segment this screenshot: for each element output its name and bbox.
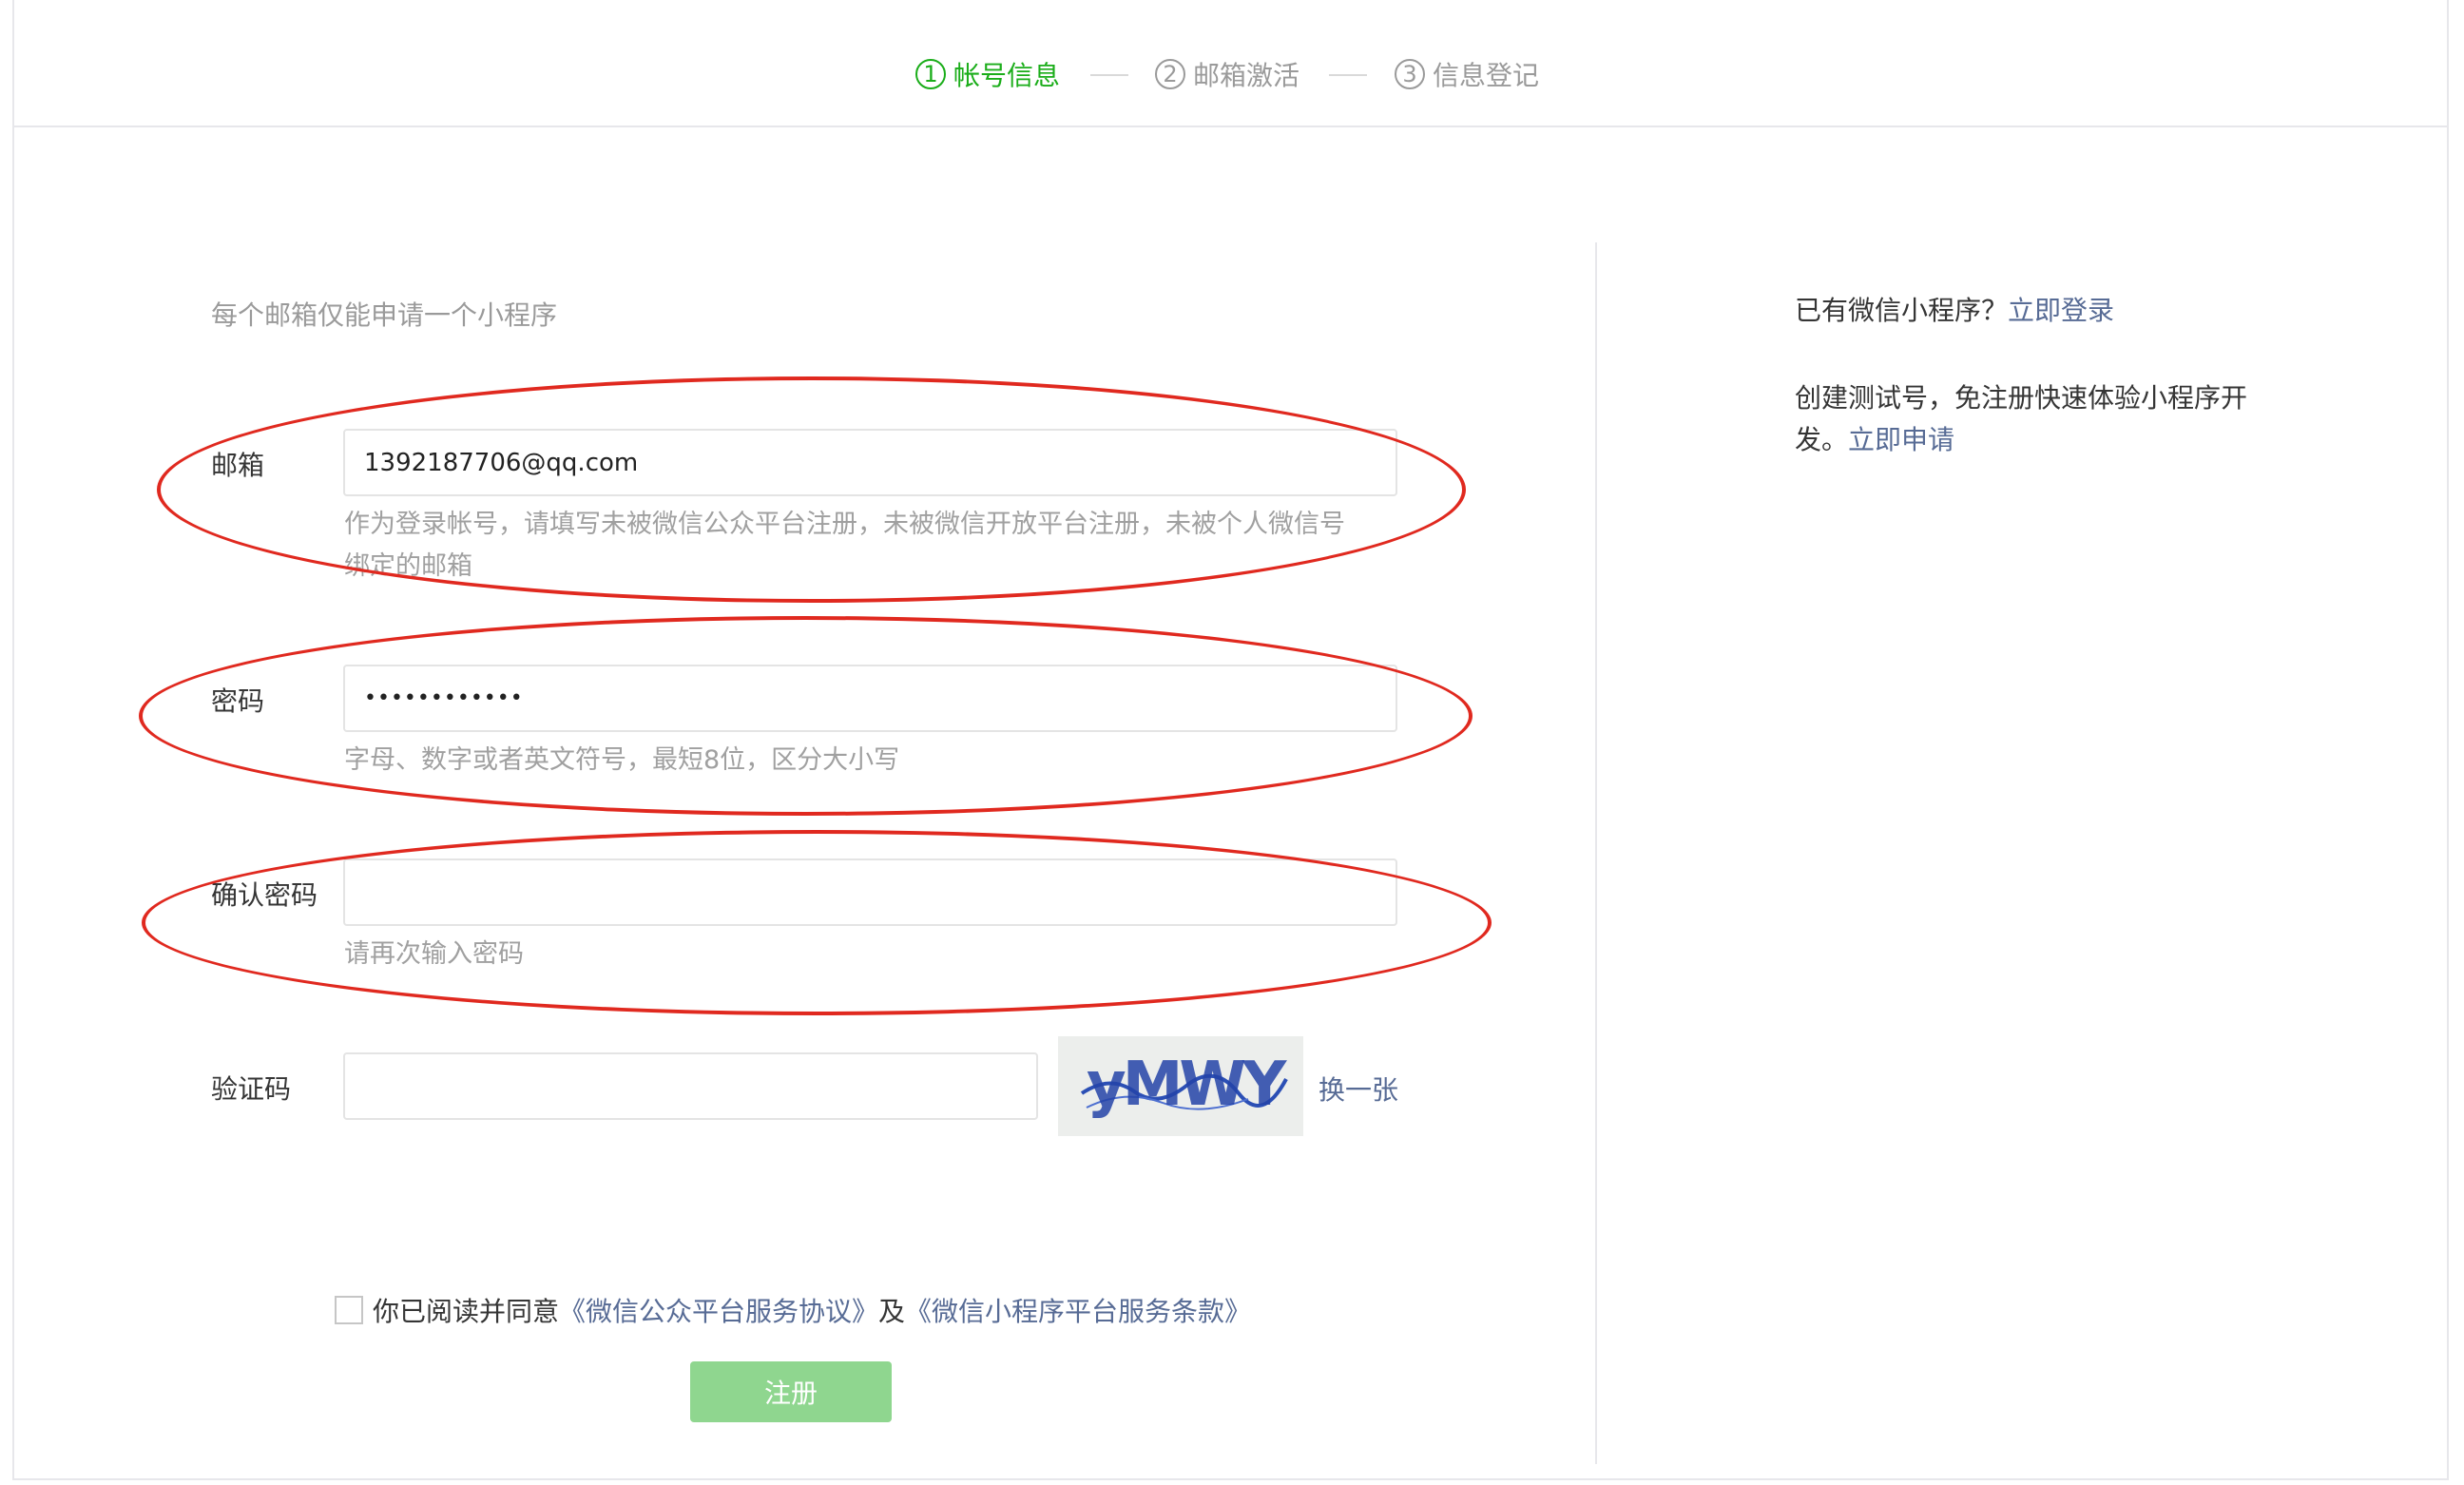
email-hint-line: 绑定的邮箱 <box>344 551 472 581</box>
password-hint: 字母、数字或者英文符号，最短8位，区分大小写 <box>344 745 900 775</box>
password-label: 密码 <box>211 685 265 717</box>
confirm-password-hint: 请再次输入密码 <box>344 939 524 969</box>
step-number-1: 1 <box>915 59 946 89</box>
email-label: 邮箱 <box>211 450 265 481</box>
form-tip: 每个邮箱仅能申请一个小程序 <box>211 299 558 331</box>
login-prompt: 已有微信小程序？立即登录 <box>1795 290 2114 332</box>
apply-test-account-link[interactable]: 立即申请 <box>1848 424 1954 455</box>
step-number-3: 3 <box>1395 59 1425 89</box>
captcha-image[interactable]: yMWY <box>1058 1036 1303 1136</box>
test-account-text: 发。 <box>1795 424 1849 455</box>
step-connector <box>1329 74 1367 76</box>
agreement-checkbox[interactable] <box>335 1296 363 1324</box>
captcha-label: 验证码 <box>211 1073 292 1105</box>
step-account-info: 1 帐号信息 <box>915 55 1060 93</box>
step-label: 信息登记 <box>1433 60 1540 91</box>
captcha-text: yMWY <box>1087 1050 1287 1120</box>
column-divider <box>1595 242 1597 1464</box>
test-account-line2: 发。立即申请 <box>1795 419 2247 461</box>
platform-agreement-link[interactable]: 《微信公众平台服务协议》 <box>559 1291 878 1329</box>
miniprogram-terms-link[interactable]: 《微信小程序平台服务条款》 <box>905 1291 1251 1329</box>
agreement-text: 你已阅读并同意 <box>373 1296 560 1327</box>
agreement-and: 及 <box>878 1296 906 1327</box>
step-email-activation: 2 邮箱激活 <box>1155 55 1299 93</box>
test-account-prompt: 创建测试号，免注册快速体验小程序开 发。立即申请 <box>1795 377 2247 461</box>
step-connector <box>1090 74 1128 76</box>
step-label: 邮箱激活 <box>1193 60 1300 91</box>
step-info-registration: 3 信息登记 <box>1395 55 1539 93</box>
login-link[interactable]: 立即登录 <box>2008 295 2114 326</box>
email-hint-line: 作为登录帐号，请填写未被微信公众平台注册，未被微信开放平台注册，未被个人微信号 <box>344 510 1345 539</box>
email-hint: 作为登录帐号，请填写未被微信公众平台注册，未被微信开放平台注册，未被个人微信号 … <box>344 504 1345 588</box>
login-prompt-text: 已有微信小程序？ <box>1795 295 2009 326</box>
confirm-password-input[interactable] <box>343 858 1397 926</box>
password-input[interactable]: •••••••••••• <box>343 665 1397 732</box>
confirm-password-label: 确认密码 <box>211 879 318 911</box>
register-button[interactable]: 注册 <box>690 1361 892 1422</box>
test-account-text: 创建测试号，免注册快速体验小程序开 <box>1795 382 2248 414</box>
email-input[interactable]: 1392187706@qq.com <box>343 429 1397 496</box>
agreement-row: 你已阅读并同意 《微信公众平台服务协议》 及 《微信小程序平台服务条款》 <box>335 1291 1251 1329</box>
captcha-input[interactable] <box>343 1052 1038 1120</box>
step-label: 帐号信息 <box>953 60 1061 91</box>
step-number-2: 2 <box>1155 59 1185 89</box>
captcha-refresh-link[interactable]: 换一张 <box>1319 1070 1398 1108</box>
captcha-graphic: yMWY <box>1080 1050 1291 1120</box>
